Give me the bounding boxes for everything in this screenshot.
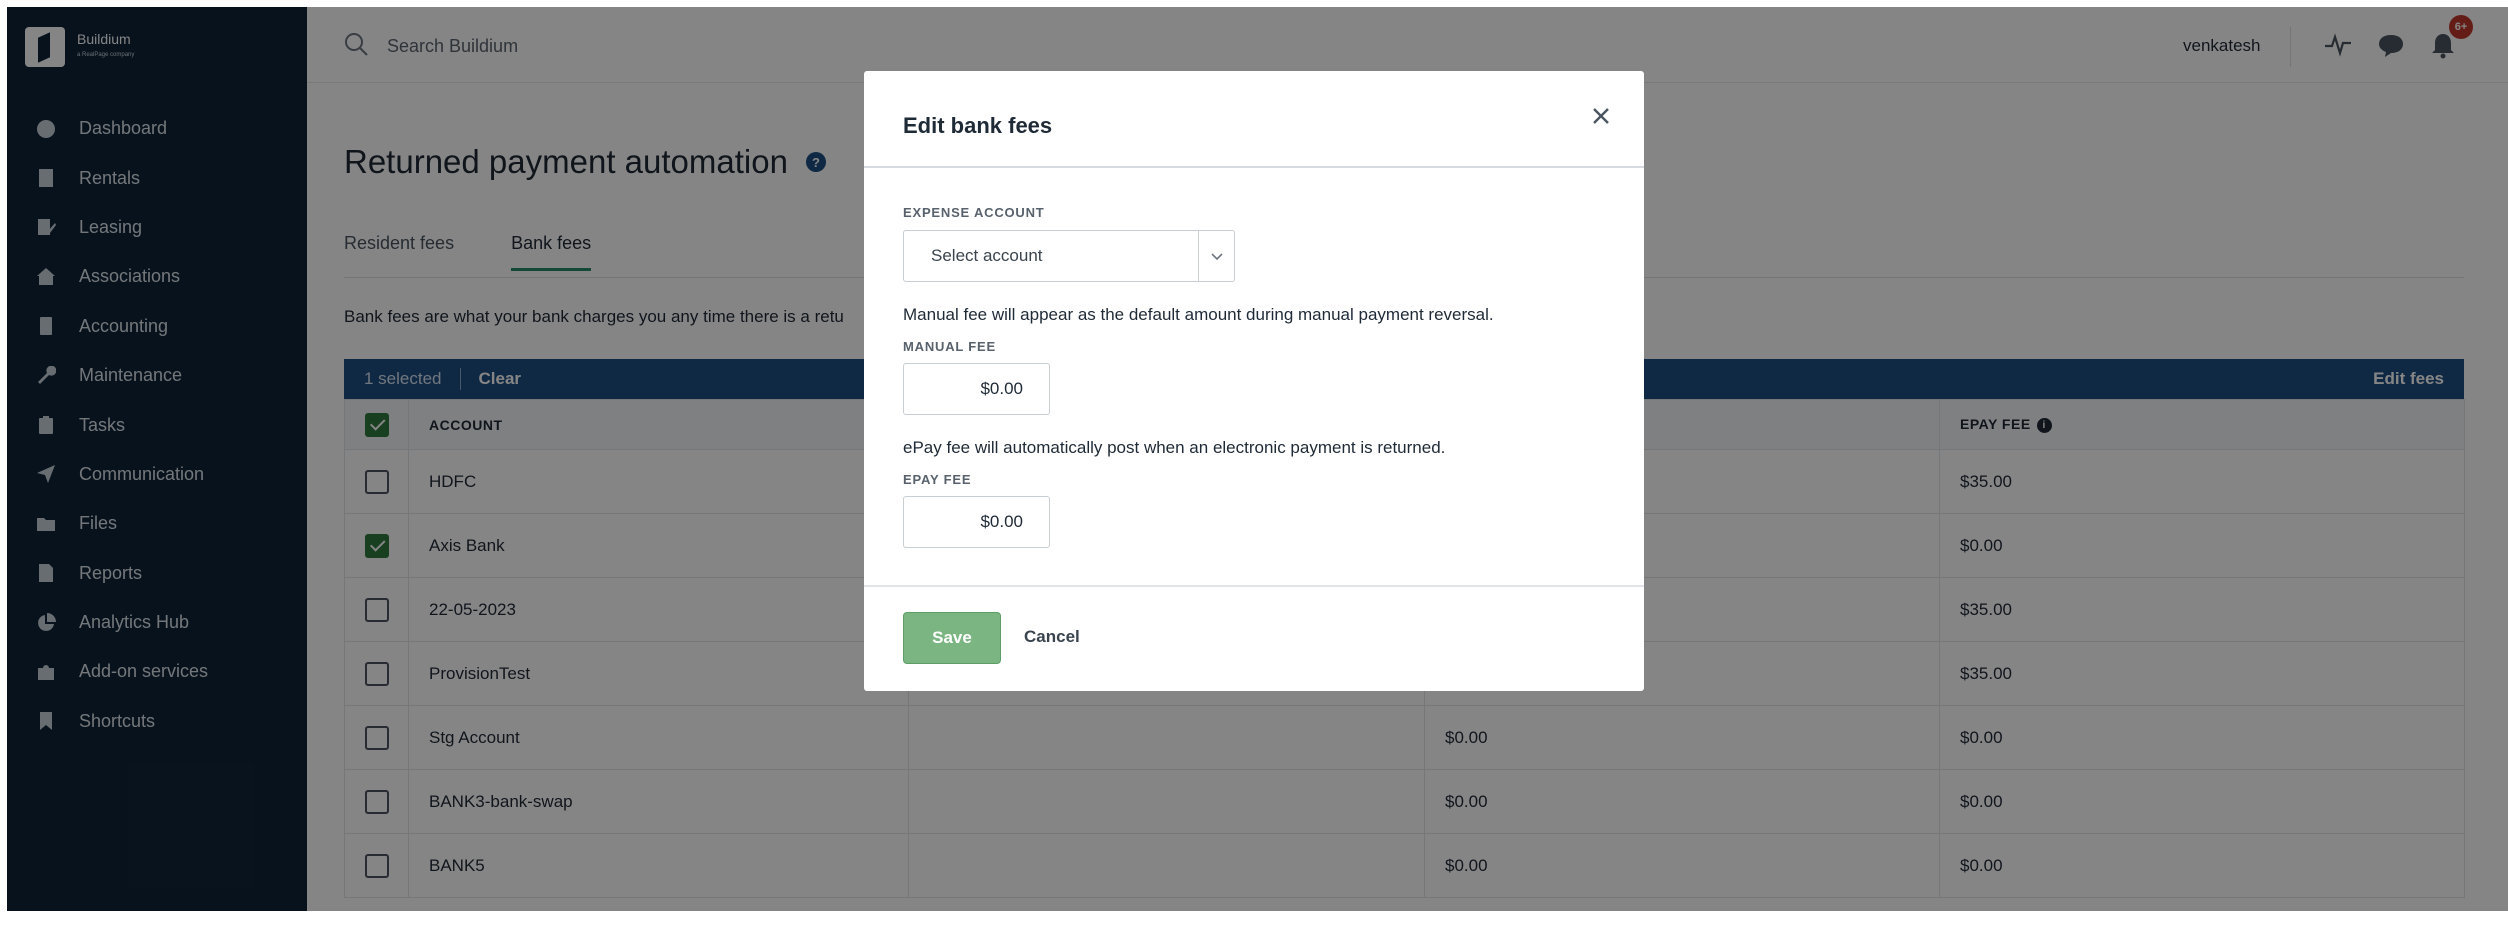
epay-fee-hint: ePay fee will automatically post when an… — [903, 438, 1446, 457]
expense-account-label: EXPENSE ACCOUNT — [903, 205, 1045, 220]
expense-account-select[interactable]: Select account — [903, 230, 1235, 282]
manual-fee-label: MANUAL FEE — [903, 339, 996, 354]
cancel-button[interactable]: Cancel — [1024, 627, 1080, 647]
epay-fee-input[interactable] — [903, 496, 1050, 548]
manual-fee-input[interactable] — [903, 363, 1050, 415]
chevron-down-icon[interactable] — [1198, 231, 1234, 281]
close-icon[interactable] — [1584, 99, 1618, 133]
select-placeholder: Select account — [931, 246, 1043, 265]
manual-fee-hint: Manual fee will appear as the default am… — [903, 305, 1494, 324]
modal-header: Edit bank fees — [864, 71, 1644, 168]
epay-fee-label: EPAY FEE — [903, 472, 972, 487]
modal-title: Edit bank fees — [903, 113, 1053, 138]
edit-bank-fees-dialog: Edit bank fees EXPENSE ACCOUNT Select ac… — [864, 71, 1644, 691]
save-button[interactable]: Save — [903, 612, 1001, 664]
modal-footer-divider — [864, 585, 1644, 587]
